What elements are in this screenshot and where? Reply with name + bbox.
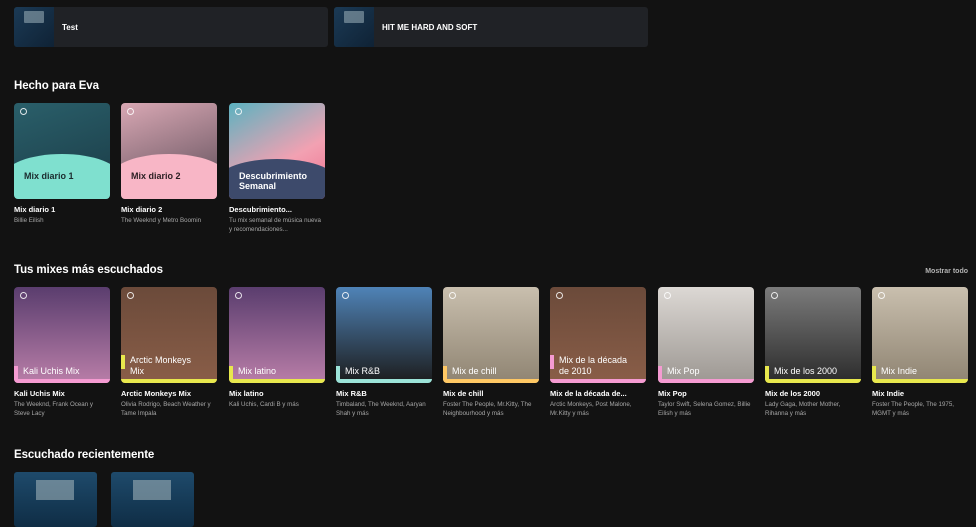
accent-band	[658, 379, 754, 383]
accent-band	[765, 379, 861, 383]
card-description: Timbaland, The Weeknd, Aaryan Shah y más	[336, 401, 426, 417]
cover-title: Kali Uchis Mix	[14, 366, 85, 380]
card-description: Foster The People, The 1975, MGMT y más	[872, 401, 954, 417]
spotify-logo-icon	[127, 292, 134, 299]
show-all-link[interactable]: Mostrar todo	[925, 268, 968, 275]
card-description: Foster The People, Mr.Kitty, The Neighbo…	[443, 401, 532, 417]
mix-cover: Mix Indie	[872, 287, 968, 383]
cover-title: Mix diario 2	[131, 171, 181, 181]
card-title[interactable]: Mix R&B	[336, 389, 432, 398]
mix-card[interactable]: Kali Uchis Mix Kali Uchis Mix The Weeknd…	[14, 287, 110, 418]
mix-cover: Mix Pop	[658, 287, 754, 383]
card-description: Billie Eilish	[14, 217, 44, 224]
mix-cover: Arctic Monkeys Mix	[121, 287, 217, 383]
card-title[interactable]: Mix latino	[229, 389, 325, 398]
section-title-recent[interactable]: Escuchado recientemente	[14, 449, 154, 461]
card-description: Lady Gaga, Mother Mother, Rihanna y más	[765, 401, 841, 417]
card-description: Arctic Monkeys, Post Malone, Mr.Kitty y …	[550, 401, 632, 417]
shortcut-hit-me-hard-and-soft[interactable]: HIT ME HARD AND SOFT	[334, 7, 648, 47]
playlist-card-descubrimiento-semanal[interactable]: Descubrimiento Semanal Descubrimiento...…	[229, 103, 325, 234]
mix-cover: Mix de chill	[443, 287, 539, 383]
card-title[interactable]: Mix diario 1	[14, 205, 110, 214]
accent-band	[14, 379, 110, 383]
section-title-top-mixes[interactable]: Tus mixes más escuchados	[14, 264, 163, 276]
spotify-logo-icon	[20, 292, 27, 299]
mix-card[interactable]: Mix de chill Mix de chill Foster The Peo…	[443, 287, 539, 418]
cover-title: Mix latino	[229, 366, 281, 380]
playlist-card-mix-diario-1[interactable]: Mix diario 1 Mix diario 1 Billie Eilish	[14, 103, 110, 226]
accent-band	[229, 379, 325, 383]
card-description: Olivia Rodrigo, Beach Weather y Tame Imp…	[121, 401, 211, 417]
spotify-logo-icon	[556, 292, 563, 299]
spotify-logo-icon	[20, 108, 27, 115]
playlist-card-mix-diario-2[interactable]: Mix diario 2 Mix diario 2 The Weeknd y M…	[121, 103, 217, 226]
card-title[interactable]: Mix de los 2000	[765, 389, 861, 398]
recent-item-cover[interactable]	[111, 472, 194, 527]
playlist-cover: Descubrimiento Semanal	[229, 103, 325, 199]
card-title[interactable]: Mix Pop	[658, 389, 754, 398]
cover-title: Mix R&B	[336, 366, 385, 380]
cover-title: Arctic Monkeys Mix	[121, 355, 205, 379]
mix-card[interactable]: Mix Indie Mix Indie Foster The People, T…	[872, 287, 968, 418]
cover-title: Mix diario 1	[24, 171, 74, 181]
accent-band	[121, 379, 217, 383]
cover-title: Mix Indie	[872, 366, 922, 380]
card-title[interactable]: Descubrimiento...	[229, 205, 325, 214]
mix-card[interactable]: Mix de los 2000 Mix de los 2000 Lady Gag…	[765, 287, 861, 418]
spotify-logo-icon	[235, 108, 242, 115]
playlist-cover: Mix diario 1	[14, 103, 110, 199]
shortcut-label: Test	[62, 22, 78, 32]
mix-cover: Mix latino	[229, 287, 325, 383]
mix-cover: Mix de la década de 2010	[550, 287, 646, 383]
card-description: Taylor Swift, Selena Gomez, Billie Eilis…	[658, 401, 751, 417]
spotify-logo-icon	[342, 292, 349, 299]
mix-cover: Mix R&B	[336, 287, 432, 383]
card-title[interactable]: Kali Uchis Mix	[14, 389, 110, 398]
card-description: The Weeknd y Metro Boomin	[121, 217, 202, 224]
mix-card[interactable]: Mix Pop Mix Pop Taylor Swift, Selena Gom…	[658, 287, 754, 418]
card-title[interactable]: Arctic Monkeys Mix	[121, 389, 217, 398]
shortcut-cover	[14, 7, 54, 47]
accent-band	[443, 379, 539, 383]
card-title[interactable]: Mix diario 2	[121, 205, 217, 214]
card-description: Tu mix semanal de música nueva y recomen…	[229, 217, 321, 233]
recent-item-cover[interactable]	[14, 472, 97, 527]
card-title[interactable]: Mix Indie	[872, 389, 968, 398]
mix-card[interactable]: Mix R&B Mix R&B Timbaland, The Weeknd, A…	[336, 287, 432, 418]
shortcut-test[interactable]: Test	[14, 7, 328, 47]
spotify-logo-icon	[878, 292, 885, 299]
accent-band	[336, 379, 432, 383]
mix-cover: Mix de los 2000	[765, 287, 861, 383]
mix-card[interactable]: Mix de la década de 2010 Mix de la décad…	[550, 287, 646, 418]
accent-band	[550, 379, 646, 383]
card-description: The Weeknd, Frank Ocean y Steve Lacy	[14, 401, 93, 417]
card-title[interactable]: Mix de la década de...	[550, 389, 646, 398]
section-title-made-for[interactable]: Hecho para Eva	[14, 80, 99, 92]
cover-title: Mix de los 2000	[765, 366, 842, 380]
mix-cover: Kali Uchis Mix	[14, 287, 110, 383]
spotify-logo-icon	[449, 292, 456, 299]
card-description: Kali Uchis, Cardi B y más	[229, 401, 299, 408]
card-title[interactable]: Mix de chill	[443, 389, 539, 398]
mix-card[interactable]: Mix latino Mix latino Kali Uchis, Cardi …	[229, 287, 325, 410]
cover-title: Mix de chill	[443, 366, 502, 380]
mix-card[interactable]: Arctic Monkeys Mix Arctic Monkeys Mix Ol…	[121, 287, 217, 418]
accent-band	[872, 379, 968, 383]
cover-title: Mix Pop	[658, 366, 705, 380]
shortcut-label: HIT ME HARD AND SOFT	[382, 22, 478, 32]
spotify-logo-icon	[664, 292, 671, 299]
spotify-logo-icon	[127, 108, 134, 115]
cover-title: Mix de la década de 2010	[550, 355, 636, 379]
spotify-logo-icon	[235, 292, 242, 299]
playlist-cover: Mix diario 2	[121, 103, 217, 199]
spotify-logo-icon	[771, 292, 778, 299]
shortcut-cover	[334, 7, 374, 47]
cover-title: Descubrimiento Semanal	[239, 171, 308, 191]
